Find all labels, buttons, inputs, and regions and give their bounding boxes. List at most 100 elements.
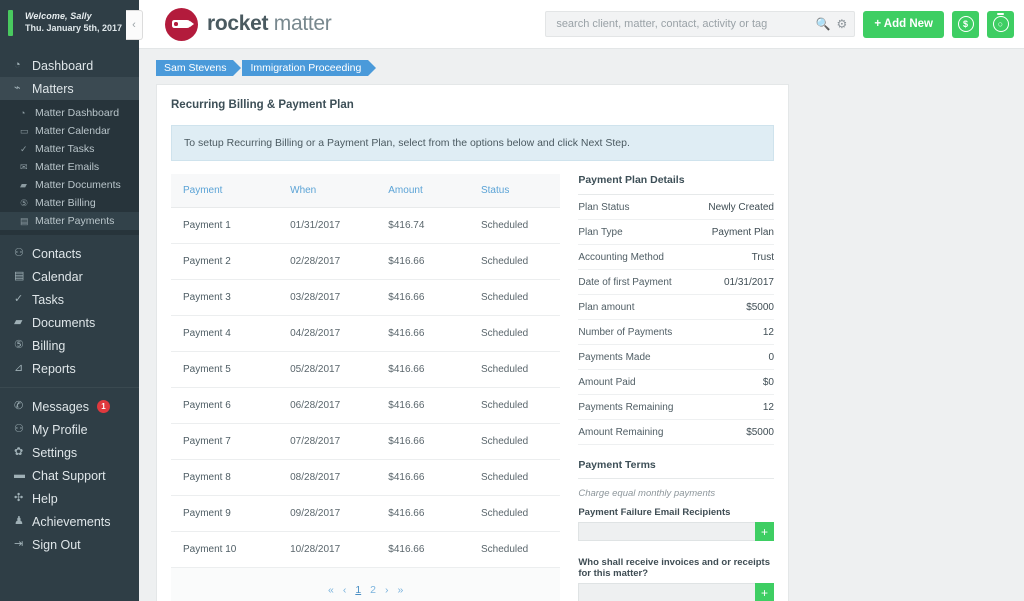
table-row[interactable]: Payment 10 10/28/2017 $416.66 Scheduled: [171, 531, 561, 568]
column-header-when[interactable]: When: [278, 174, 377, 208]
sidebar-item-matters[interactable]: ⌁ Matters: [0, 77, 139, 100]
table-row[interactable]: Payment 7 07/28/2017 $416.66 Scheduled: [171, 423, 561, 460]
payments-table: Payment When Amount Status Payment 1 01/…: [171, 174, 561, 568]
sidebar-item-matter-tasks[interactable]: ✓ Matter Tasks: [0, 140, 139, 158]
email-recipients-input[interactable]: [578, 522, 755, 541]
add-email-recipient-button[interactable]: +: [755, 522, 774, 541]
sidebar-item-label: Reports: [32, 361, 76, 376]
search-icon[interactable]: 🔍: [816, 17, 831, 31]
cell-amount: $416.66: [376, 531, 469, 568]
sidebar-item-dashboard[interactable]: ◔ Dashboard: [0, 54, 139, 77]
add-invoice-recipient-button[interactable]: +: [755, 583, 774, 601]
sidebar-subitem-label: Matter Billing: [35, 197, 96, 209]
pagination-page-1[interactable]: 1: [355, 584, 361, 596]
brand-name-bold: rocket: [207, 12, 269, 35]
billing-dollar-button[interactable]: $: [952, 10, 979, 38]
sidebar: Welcome, Sally Thu. January 5th, 2017 ◔ …: [0, 0, 139, 601]
cell-status: Scheduled: [468, 351, 561, 388]
sidebar-item-tasks[interactable]: ✓ Tasks: [0, 288, 139, 311]
cell-when: 08/28/2017: [278, 459, 377, 496]
detail-value: $5000: [746, 302, 774, 313]
gear-icon[interactable]: ⚙: [837, 17, 848, 31]
breadcrumb: Sam Stevens Immigration Proceeding: [139, 49, 1024, 76]
sidebar-item-label: Messages: [32, 399, 89, 414]
matters-subnav: ◔ Matter Dashboard ▭ Matter Calendar ✓ M…: [0, 100, 139, 235]
cell-amount: $416.66: [376, 243, 469, 280]
sidebar-item-contacts[interactable]: ⚇ Contacts: [0, 242, 139, 265]
sidebar-item-messages[interactable]: ✆ Messages 1: [0, 395, 139, 418]
pagination-next[interactable]: ›: [385, 584, 389, 596]
pagination-first[interactable]: «: [328, 584, 334, 596]
cell-amount: $416.66: [376, 387, 469, 424]
pagination-last[interactable]: »: [398, 584, 404, 596]
primary-nav: ◔ Dashboard ⌁ Matters ◔ Matter Dashboard…: [0, 48, 139, 556]
detail-label: Plan Type: [578, 227, 623, 238]
table-row[interactable]: Payment 9 09/28/2017 $416.66 Scheduled: [171, 495, 561, 532]
timer-button[interactable]: ○: [987, 10, 1014, 38]
detail-label: Plan amount: [578, 302, 635, 313]
search-box[interactable]: 🔍 ⚙: [545, 11, 856, 37]
invoice-recipients-input[interactable]: [578, 583, 755, 601]
column-header-payment[interactable]: Payment: [171, 174, 279, 208]
column-header-amount[interactable]: Amount: [376, 174, 469, 208]
table-row[interactable]: Payment 3 03/28/2017 $416.66 Scheduled: [171, 279, 561, 316]
table-header-row: Payment When Amount Status: [171, 174, 561, 208]
sidebar-item-matter-documents[interactable]: ▰ Matter Documents: [0, 176, 139, 194]
rocket-logo-icon: [165, 7, 198, 41]
column-header-status[interactable]: Status: [468, 174, 561, 208]
breadcrumb-item-matter[interactable]: Immigration Proceeding: [242, 60, 377, 76]
bar-chart-icon: ⊿: [14, 362, 24, 374]
pagination: « ‹ 1 2 › »: [171, 568, 561, 601]
trophy-icon: ♟: [14, 515, 24, 527]
sidebar-item-documents[interactable]: ▰ Documents: [0, 311, 139, 334]
table-row[interactable]: Payment 2 02/28/2017 $416.66 Scheduled: [171, 243, 561, 280]
table-row[interactable]: Payment 8 08/28/2017 $416.66 Scheduled: [171, 459, 561, 496]
sidebar-item-settings[interactable]: ✿ Settings: [0, 441, 139, 464]
top-bar-actions: 🔍 ⚙ + Add New $ ○: [545, 10, 1014, 38]
sidebar-item-label: Billing: [32, 338, 66, 353]
welcome-block: Welcome, Sally Thu. January 5th, 2017: [0, 0, 139, 48]
detail-row-amount-paid: Amount Paid $0: [578, 370, 774, 395]
table-row[interactable]: Payment 1 01/31/2017 $416.74 Scheduled: [171, 207, 561, 244]
sidebar-item-reports[interactable]: ⊿ Reports: [0, 357, 139, 380]
detail-value: 01/31/2017: [723, 277, 774, 288]
sidebar-item-achievements[interactable]: ♟ Achievements: [0, 510, 139, 533]
cell-payment: Payment 4: [171, 315, 279, 352]
sidebar-item-matter-emails[interactable]: ✉ Matter Emails: [0, 158, 139, 176]
pagination-prev[interactable]: ‹: [343, 584, 347, 596]
table-row[interactable]: Payment 5 05/28/2017 $416.66 Scheduled: [171, 351, 561, 388]
search-input[interactable]: [556, 18, 816, 30]
table-row[interactable]: Payment 4 04/28/2017 $416.66 Scheduled: [171, 315, 561, 352]
sidebar-item-help[interactable]: ✣ Help: [0, 487, 139, 510]
setup-notice: To setup Recurring Billing or a Payment …: [171, 125, 774, 161]
detail-label: Amount Remaining: [578, 427, 664, 438]
cell-when: 10/28/2017: [278, 531, 377, 568]
brand-logo[interactable]: rocket matter: [159, 7, 332, 41]
sidebar-item-matter-payments[interactable]: ▤ Matter Payments: [0, 212, 139, 230]
sidebar-subitem-label: Matter Dashboard: [35, 107, 120, 119]
dashboard-icon: ◔: [14, 59, 21, 71]
sidebar-item-chat-support[interactable]: ▬ Chat Support: [0, 464, 139, 487]
sidebar-collapse-toggle[interactable]: ‹: [126, 10, 143, 40]
sidebar-item-my-profile[interactable]: ⚇ My Profile: [0, 418, 139, 441]
gavel-icon: ⌁: [14, 82, 21, 94]
sidebar-item-matter-calendar[interactable]: ▭ Matter Calendar: [0, 122, 139, 140]
sidebar-item-sign-out[interactable]: ⇥ Sign Out: [0, 533, 139, 556]
table-row[interactable]: Payment 6 06/28/2017 $416.66 Scheduled: [171, 387, 561, 424]
sidebar-item-matter-dashboard[interactable]: ◔ Matter Dashboard: [0, 104, 139, 122]
sidebar-item-calendar[interactable]: ▤ Calendar: [0, 265, 139, 288]
pagination-page-2[interactable]: 2: [370, 584, 376, 596]
sidebar-item-billing[interactable]: ⑤ Billing: [0, 334, 139, 357]
email-recipients-field: +: [578, 522, 774, 541]
add-new-button[interactable]: + Add New: [863, 10, 944, 38]
breadcrumb-item-client[interactable]: Sam Stevens: [156, 60, 242, 76]
gear-icon: ✿: [14, 446, 24, 458]
detail-value: 12: [762, 327, 774, 338]
detail-row-date-of-first-payment: Date of first Payment 01/31/2017: [578, 270, 774, 295]
cell-payment: Payment 2: [171, 243, 279, 280]
sidebar-subitem-label: Matter Documents: [35, 179, 121, 191]
cell-status: Scheduled: [468, 243, 561, 280]
brand-name: rocket matter: [207, 12, 332, 36]
sidebar-item-matter-billing[interactable]: ⑤ Matter Billing: [0, 194, 139, 212]
